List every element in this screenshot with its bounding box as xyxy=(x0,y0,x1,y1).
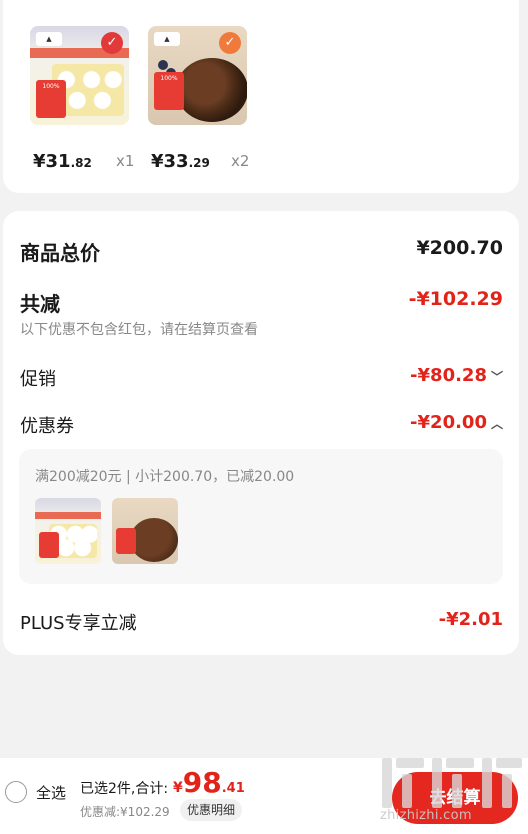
brand-logo: ▲ xyxy=(154,32,180,46)
cake-image xyxy=(130,518,178,562)
plus-discount-label: PLUS专享立减 xyxy=(20,613,137,634)
product-price: ¥31.82 xyxy=(33,151,92,172)
coupon-detail-text: 满200减20元 | 小计200.70，已减20.00 xyxy=(35,469,295,485)
coupon-row[interactable]: -¥20.00 ︿ xyxy=(410,412,503,433)
product-qty: x2 xyxy=(231,152,250,170)
product-price: ¥33.29 xyxy=(151,151,210,172)
product-label xyxy=(116,528,136,554)
order-products-card: ▲ 100% ✓ ¥31.82 x1 ▲ 100% ✓ ¥33.29 x2 xyxy=(3,0,519,193)
check-icon: ✓ xyxy=(101,32,123,54)
promo-strip xyxy=(35,512,101,519)
total-price-value: ¥200.70 xyxy=(416,237,503,259)
coupon-product-thumb[interactable] xyxy=(112,498,178,564)
product-label xyxy=(39,532,59,558)
chevron-down-icon[interactable]: ﹀ xyxy=(491,370,503,384)
plus-discount-value: -¥2.01 xyxy=(438,609,503,630)
discount-detail-button[interactable]: 优惠明细 xyxy=(180,799,243,821)
cake-image xyxy=(176,58,247,122)
product-item[interactable]: ▲ 100% ✓ xyxy=(30,26,130,125)
check-icon: ✓ xyxy=(219,32,241,54)
brand-logo: ▲ xyxy=(36,32,62,46)
coupon-detail-box: 满200减20元 | 小计200.70，已减20.00 xyxy=(19,449,503,584)
product-image[interactable]: ▲ 100% ✓ xyxy=(148,26,247,125)
promo-value: -¥80.28 xyxy=(410,365,487,386)
selected-count: 已选2件,合计: xyxy=(80,781,169,797)
chevron-up-icon[interactable]: ︿ xyxy=(491,417,503,431)
product-image[interactable]: ▲ 100% ✓ xyxy=(30,26,129,125)
product-item[interactable]: ▲ 100% ✓ xyxy=(148,26,248,125)
coupon-product-thumb[interactable] xyxy=(35,498,101,564)
promo-label: 促销 xyxy=(20,369,56,390)
discount-total-label: 共减 xyxy=(20,292,60,316)
product-label: 100% xyxy=(36,80,66,118)
price-summary-card: 商品总价 ¥200.70 共减 -¥102.29 以下优惠不包含红包，请在结算页… xyxy=(3,211,519,655)
watermark-text: zhizhizhi.com xyxy=(380,808,472,823)
select-all-radio[interactable] xyxy=(5,781,27,803)
select-all-label[interactable]: 全选 xyxy=(36,782,66,803)
coupon-value: -¥20.00 xyxy=(410,412,487,433)
total-amount: ¥98.41 xyxy=(173,766,245,799)
total-price-label: 商品总价 xyxy=(20,241,100,265)
coupon-label: 优惠券 xyxy=(20,416,74,437)
product-qty: x1 xyxy=(116,152,135,170)
discount-note: 以下优惠不包含红包，请在结算页查看 xyxy=(20,322,258,338)
discount-summary: 优惠减:¥102.29 xyxy=(80,805,170,819)
promo-row[interactable]: -¥80.28 ﹀ xyxy=(410,365,503,386)
discount-total-value: -¥102.29 xyxy=(408,288,503,310)
product-label: 100% xyxy=(154,72,184,110)
